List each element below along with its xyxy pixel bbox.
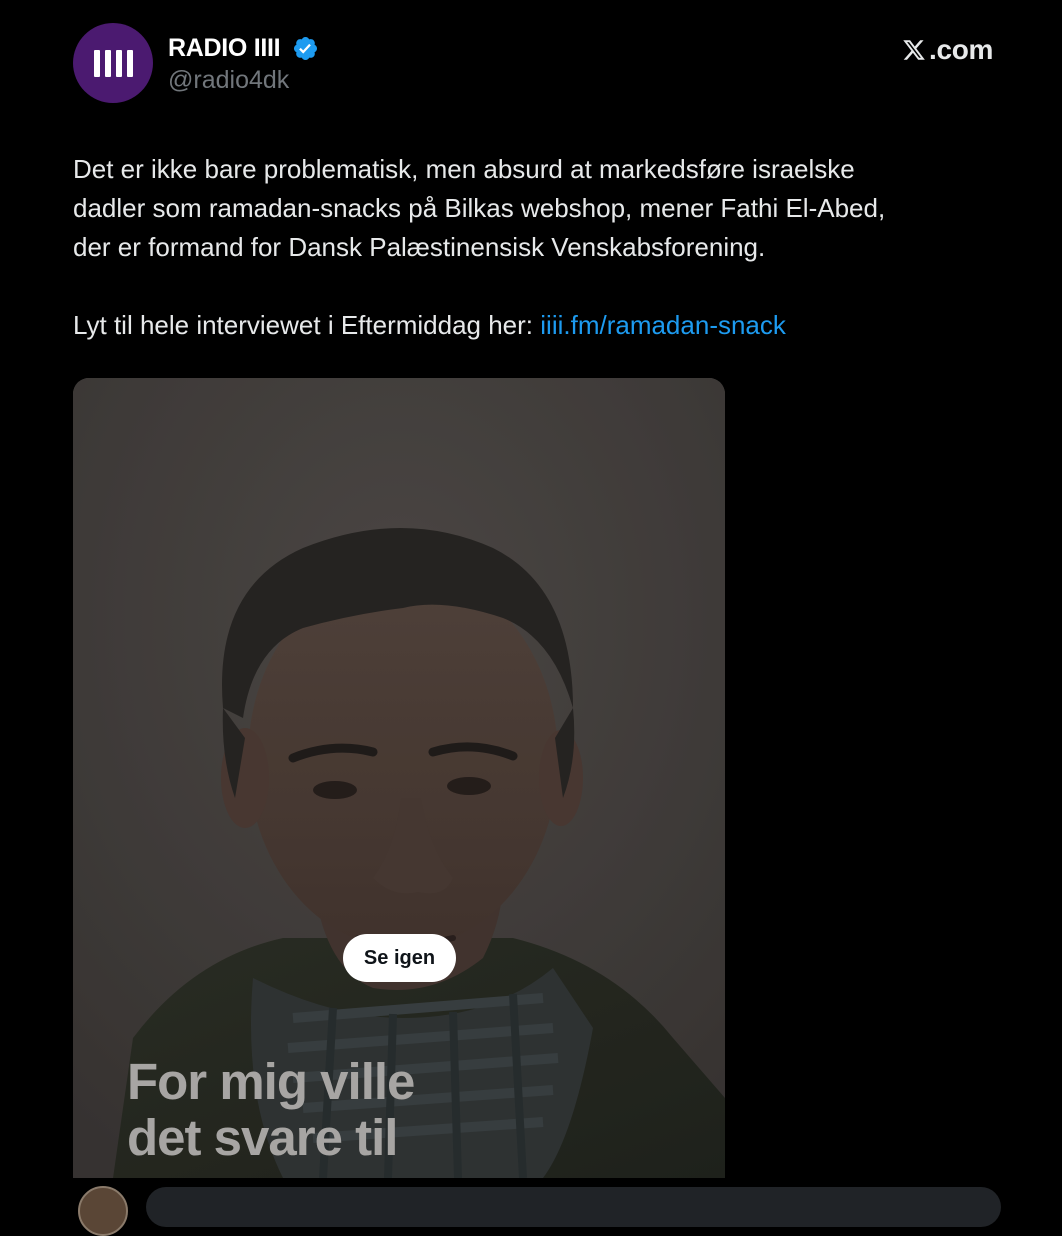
replay-button[interactable]: Se igen: [343, 934, 456, 982]
caption-line: det svare til: [127, 1109, 398, 1166]
profile-avatar[interactable]: [73, 23, 153, 103]
x-logo-icon: [903, 40, 925, 60]
interview-link[interactable]: iiii.fm/ramadan-snack: [540, 310, 786, 340]
user-avatar[interactable]: [78, 1186, 128, 1236]
x-com-text: .com: [929, 34, 994, 65]
verified-badge-icon: [293, 36, 318, 61]
radio-iiii-logo-icon: [93, 49, 133, 77]
user-handle[interactable]: @radio4dk: [168, 64, 289, 96]
display-name[interactable]: RADIO IIII: [168, 32, 281, 64]
x-com-brand[interactable]: .com: [902, 33, 993, 67]
tweet-text: Det er ikke bare problematisk, men absur…: [73, 150, 1033, 345]
reply-input[interactable]: [146, 1187, 1001, 1227]
tweet-line: der er formand for Dansk Palæstinensisk …: [73, 232, 766, 262]
caption-line: For mig ville: [127, 1053, 415, 1110]
video-player[interactable]: For mig ville det svare til Se igen: [73, 378, 725, 1178]
tweet-cta-text: Lyt til hele interviewet i Eftermiddag h…: [73, 310, 541, 340]
tweet-line: Det er ikke bare problematisk, men absur…: [73, 154, 855, 184]
tweet-line: dadler som ramadan-snacks på Bilkas webs…: [73, 193, 886, 223]
video-caption: For mig ville det svare til: [127, 1053, 415, 1166]
tweet-cta-line: Lyt til hele interviewet i Eftermiddag h…: [73, 306, 1033, 345]
